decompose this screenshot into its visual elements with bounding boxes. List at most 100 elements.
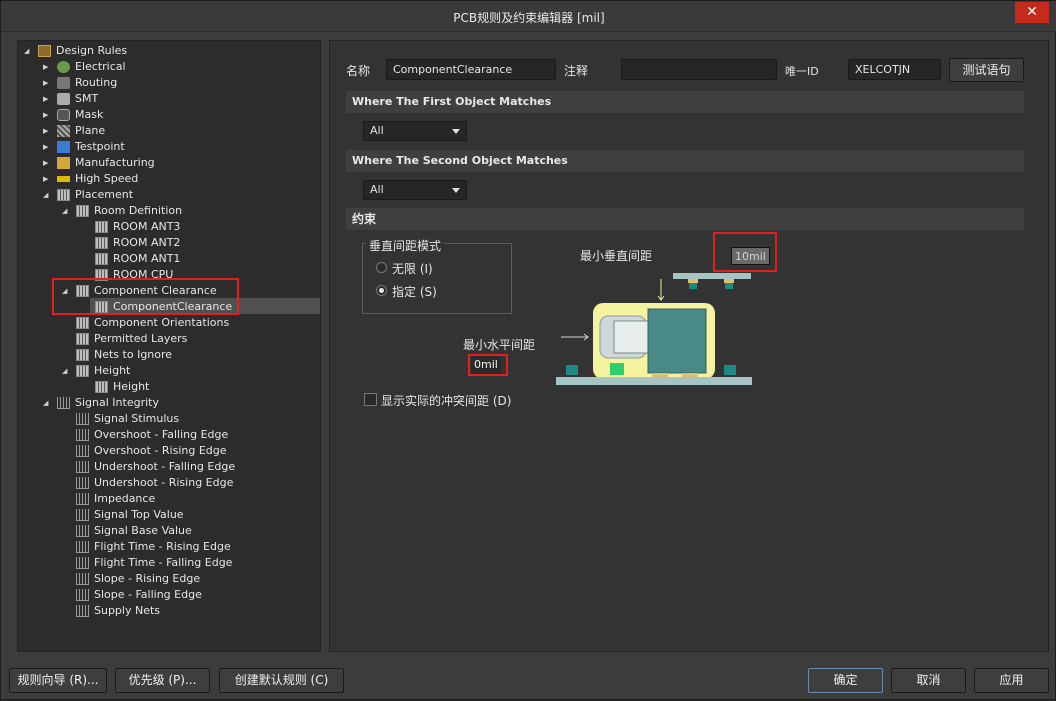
tree-item-label: Slope - Falling Edge xyxy=(94,588,202,601)
tree-si-item[interactable]: Overshoot - Rising Edge xyxy=(18,443,318,459)
tree-si-item[interactable]: Slope - Rising Edge xyxy=(18,571,318,587)
tree-si-item[interactable]: Undershoot - Falling Edge xyxy=(18,459,318,475)
uid-field[interactable]: XELCOTJN xyxy=(848,59,941,80)
tree-signal-integrity[interactable]: ◢ Signal Integrity xyxy=(18,395,318,411)
tree-item-label: Placement xyxy=(75,188,134,201)
component-clearance-highlight xyxy=(52,278,239,315)
second-match-dropdown[interactable]: All xyxy=(363,180,467,200)
name-field[interactable]: ComponentClearance xyxy=(386,59,556,80)
tree-si-item[interactable]: Flight Time - Falling Edge xyxy=(18,555,318,571)
tree-category[interactable]: ▶ Testpoint xyxy=(18,139,318,155)
collapse-arrow-icon[interactable]: ◢ xyxy=(62,363,72,379)
min-vertical-label: 最小垂直间距 xyxy=(580,249,653,263)
lower-pad xyxy=(682,373,698,377)
min-vertical-input[interactable]: 10mil xyxy=(731,247,770,265)
tree-category[interactable]: ▶ High Speed xyxy=(18,171,318,187)
tree-nets-to-ignore[interactable]: Nets to Ignore xyxy=(18,347,318,363)
tree-category[interactable]: ▶ Routing xyxy=(18,75,318,91)
collapse-arrow-icon[interactable]: ◢ xyxy=(62,203,72,219)
tree-category[interactable]: ▶ Electrical xyxy=(18,59,318,75)
chip-icon xyxy=(76,317,89,329)
upper-pad xyxy=(724,279,734,283)
signal-icon xyxy=(76,525,89,537)
tree-item-label: Overshoot - Falling Edge xyxy=(94,428,229,441)
tree-si-item[interactable]: Overshoot - Falling Edge xyxy=(18,427,318,443)
tree-room[interactable]: ROOM ANT3 xyxy=(18,219,318,235)
lower-pad xyxy=(610,363,624,375)
tree-permitted-layers[interactable]: Permitted Layers xyxy=(18,331,318,347)
expand-arrow-icon[interactable]: ▶ xyxy=(43,75,53,91)
expand-arrow-icon[interactable]: ▶ xyxy=(43,123,53,139)
tree-item-label: Flight Time - Rising Edge xyxy=(94,540,231,553)
test-query-button[interactable]: 测试语句 xyxy=(949,58,1024,82)
create-default-rules-button[interactable]: 创建默认规则 (C) xyxy=(219,668,344,693)
signal-icon xyxy=(57,397,70,409)
ok-button[interactable]: 确定 xyxy=(808,668,883,693)
collapse-arrow-icon[interactable]: ◢ xyxy=(43,395,53,411)
cancel-button[interactable]: 取消 xyxy=(891,668,966,693)
tree-root[interactable]: ◢ Design Rules xyxy=(18,43,318,59)
title-bar: PCB规则及约束编辑器 [mil] ✕ xyxy=(1,1,1056,32)
tree-category[interactable]: ▶ SMT xyxy=(18,91,318,107)
tree-si-item[interactable]: Slope - Falling Edge xyxy=(18,587,318,603)
upper-board xyxy=(673,273,751,279)
rule-tree[interactable]: ◢ Design Rules ▶ Electrical ▶ Routing ▶ SMT ▶ Mas… xyxy=(17,40,321,652)
tree-category[interactable]: ▶ Mask xyxy=(18,107,318,123)
signal-icon xyxy=(76,509,89,521)
signal-icon xyxy=(76,541,89,553)
tree-si-item[interactable]: Supply Nets xyxy=(18,603,318,619)
tree-si-item[interactable]: Impedance xyxy=(18,491,318,507)
close-button[interactable]: ✕ xyxy=(1015,2,1049,23)
lower-pad xyxy=(566,365,578,375)
signal-icon xyxy=(76,461,89,473)
expand-arrow-icon[interactable]: ▶ xyxy=(43,107,53,123)
infinite-radio[interactable] xyxy=(376,262,387,273)
window-title: PCB规则及约束编辑器 [mil] xyxy=(453,11,605,25)
expand-arrow-icon[interactable]: ▶ xyxy=(43,155,53,171)
expand-arrow-icon[interactable]: ▶ xyxy=(43,139,53,155)
tree-room[interactable]: ROOM ANT1 xyxy=(18,251,318,267)
collapse-arrow-icon[interactable]: ◢ xyxy=(43,187,53,203)
apply-button[interactable]: 应用 xyxy=(974,668,1049,693)
tree-item-label: Signal Integrity xyxy=(75,396,159,409)
show-actual-label: 显示实际的冲突间距 (D) xyxy=(381,394,512,408)
rule-category-icon xyxy=(57,125,70,137)
chip-icon xyxy=(95,237,108,249)
name-label: 名称 xyxy=(346,64,371,78)
tree-si-item[interactable]: Signal Stimulus xyxy=(18,411,318,427)
chip-icon xyxy=(95,253,108,265)
collapse-arrow-icon[interactable]: ◢ xyxy=(24,43,34,59)
tree-height-rule[interactable]: Height xyxy=(18,379,318,395)
min-horizontal-input[interactable]: 0mil xyxy=(471,356,501,374)
tree-si-item[interactable]: Flight Time - Rising Edge xyxy=(18,539,318,555)
expand-arrow-icon[interactable]: ▶ xyxy=(43,171,53,187)
tree-item-label: SMT xyxy=(75,92,99,105)
first-match-dropdown[interactable]: All xyxy=(363,121,467,141)
comment-field[interactable] xyxy=(621,59,777,80)
tree-height[interactable]: ◢ Height xyxy=(18,363,318,379)
specified-label: 指定 (S) xyxy=(392,285,437,299)
show-actual-checkbox[interactable] xyxy=(364,393,377,406)
tree-si-item[interactable]: Signal Base Value xyxy=(18,523,318,539)
upper-lead xyxy=(725,283,733,289)
priority-button[interactable]: 优先级 (P)... xyxy=(115,668,210,693)
tree-component-orientations[interactable]: Component Orientations xyxy=(18,315,318,331)
specified-radio[interactable] xyxy=(376,285,387,296)
rule-wizard-button[interactable]: 规则向导 (R)... xyxy=(9,668,107,693)
tree-si-item[interactable]: Undershoot - Rising Edge xyxy=(18,475,318,491)
chip-icon xyxy=(57,189,70,201)
tree-item-label: ROOM ANT2 xyxy=(113,236,181,249)
rule-category-icon xyxy=(57,176,70,182)
tree-category[interactable]: ▶ Plane xyxy=(18,123,318,139)
tree-room-definition[interactable]: ◢ Room Definition xyxy=(18,203,318,219)
expand-arrow-icon[interactable]: ▶ xyxy=(43,91,53,107)
min-horizontal-label: 最小水平间距 xyxy=(463,338,536,352)
tree-si-item[interactable]: Signal Top Value xyxy=(18,507,318,523)
tree-room[interactable]: ROOM ANT2 xyxy=(18,235,318,251)
tree-item-label: Design Rules xyxy=(56,44,128,57)
tree-category[interactable]: ◢ Placement xyxy=(18,187,318,203)
tree-category[interactable]: ▶ Manufacturing xyxy=(18,155,318,171)
component-body xyxy=(647,308,707,374)
signal-icon xyxy=(76,493,89,505)
expand-arrow-icon[interactable]: ▶ xyxy=(43,59,53,75)
